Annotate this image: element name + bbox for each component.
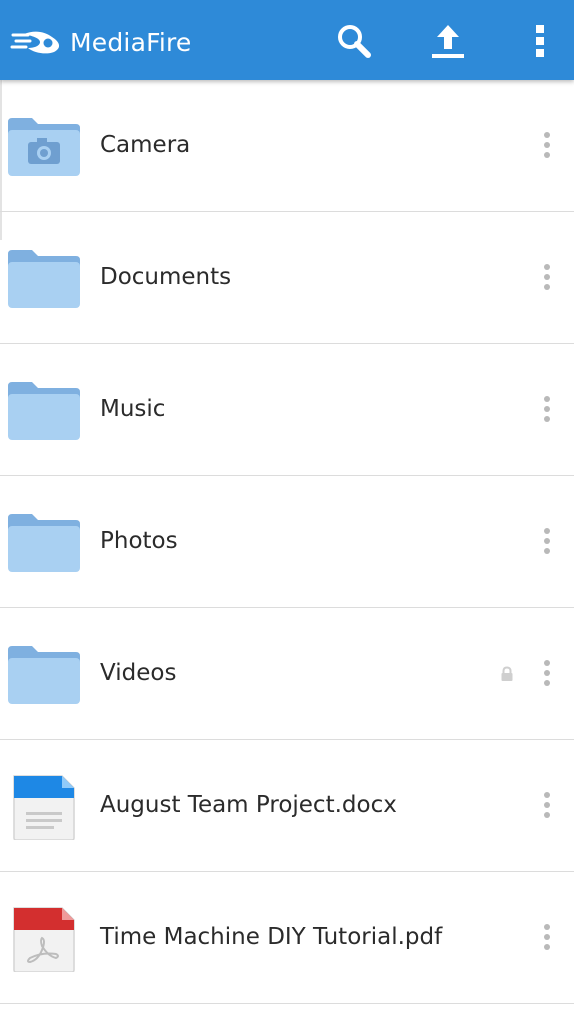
menu-dot: [544, 396, 550, 402]
menu-dot: [544, 944, 550, 950]
item-label: Time Machine DIY Tutorial.pdf: [100, 924, 443, 950]
more-vertical-icon[interactable]: [530, 522, 564, 560]
folder-icon: [8, 382, 80, 440]
list-item-photos[interactable]: Photos: [0, 476, 574, 608]
menu-dot: [544, 934, 550, 940]
menu-dot: [544, 528, 550, 534]
overflow-menu-icon: [536, 25, 544, 57]
menu-dot: [544, 152, 550, 158]
upload-icon: [432, 25, 464, 58]
menu-dot: [544, 416, 550, 422]
upload-button[interactable]: [424, 18, 472, 64]
list-item-pdf[interactable]: Time Machine DIY Tutorial.pdf: [0, 872, 574, 1004]
menu-dot: [544, 670, 550, 676]
menu-dot: [544, 548, 550, 554]
more-vertical-icon[interactable]: [530, 918, 564, 956]
item-label: Videos: [100, 660, 177, 686]
file-list: Camera Documents Music Photos Videos Aug…: [0, 80, 574, 1004]
overflow-menu-button[interactable]: [516, 18, 564, 64]
list-item-camera[interactable]: Camera: [0, 80, 574, 212]
folder-icon: [8, 514, 80, 572]
menu-dot: [544, 284, 550, 290]
item-label: Music: [100, 396, 166, 422]
more-vertical-icon[interactable]: [530, 786, 564, 824]
camera-folder-icon: [8, 118, 80, 176]
item-label: Documents: [100, 264, 232, 290]
app-bar: MediaFire: [0, 0, 574, 80]
app-title: MediaFire: [70, 27, 192, 57]
list-item-documents[interactable]: Documents: [0, 212, 574, 344]
list-item-docx[interactable]: August Team Project.docx: [0, 740, 574, 872]
menu-dot: [544, 142, 550, 148]
folder-icon: [8, 250, 80, 308]
menu-dot: [544, 538, 550, 544]
more-vertical-icon[interactable]: [530, 654, 564, 692]
menu-dot: [544, 802, 550, 808]
lock-icon: [501, 666, 513, 681]
menu-dot: [544, 660, 550, 666]
menu-dot: [544, 812, 550, 818]
app-root: MediaFire Camera Documents Music Photos …: [0, 0, 574, 1024]
menu-dot: [544, 792, 550, 798]
item-label: Photos: [100, 528, 178, 554]
more-vertical-icon[interactable]: [530, 258, 564, 296]
menu-dot: [544, 274, 550, 280]
search-icon: [338, 25, 371, 58]
list-item-music[interactable]: Music: [0, 344, 574, 476]
mediafire-logo-icon: [10, 31, 60, 54]
menu-dot: [544, 680, 550, 686]
item-label: Camera: [100, 132, 191, 158]
list-item-videos[interactable]: Videos: [0, 608, 574, 740]
docx-file-icon: [13, 775, 75, 840]
menu-dot: [544, 132, 550, 138]
pdf-file-icon: [13, 907, 75, 972]
item-label: August Team Project.docx: [100, 792, 397, 818]
more-vertical-icon[interactable]: [530, 126, 564, 164]
menu-dot: [544, 264, 550, 270]
brand: MediaFire: [10, 22, 192, 62]
folder-icon: [8, 646, 80, 704]
menu-dot: [544, 406, 550, 412]
menu-dot: [544, 924, 550, 930]
search-button[interactable]: [330, 18, 378, 64]
more-vertical-icon[interactable]: [530, 390, 564, 428]
